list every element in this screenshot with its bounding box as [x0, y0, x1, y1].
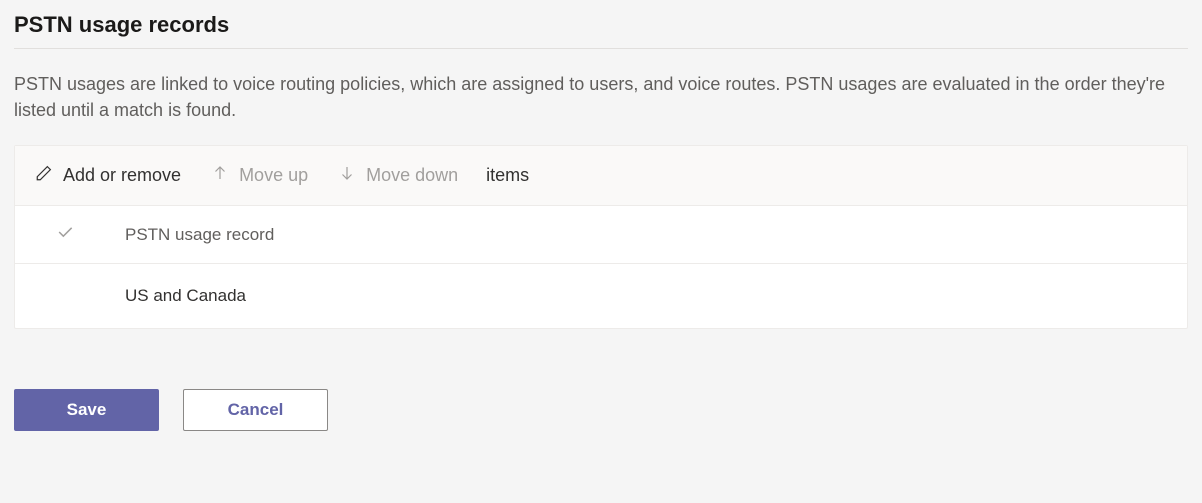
table-header-row: PSTN usage record [15, 206, 1187, 264]
checkmark-icon [55, 222, 75, 247]
column-header-name: PSTN usage record [125, 225, 1169, 245]
move-up-button[interactable]: Move up [209, 160, 310, 191]
arrow-down-icon [338, 164, 356, 187]
row-name: US and Canada [125, 286, 1169, 306]
move-up-label: Move up [239, 165, 308, 186]
save-button[interactable]: Save [14, 389, 159, 431]
page-title: PSTN usage records [14, 12, 1188, 49]
page-description: PSTN usages are linked to voice routing … [14, 71, 1188, 123]
move-down-button[interactable]: Move down [336, 160, 460, 191]
table-row[interactable]: US and Canada [15, 264, 1187, 328]
cancel-button[interactable]: Cancel [183, 389, 328, 431]
footer-actions: Save Cancel [14, 389, 1188, 431]
move-down-label: Move down [366, 165, 458, 186]
select-all-checkbox[interactable] [55, 222, 125, 247]
arrow-up-icon [211, 164, 229, 187]
records-panel: Add or remove Move up Move down items [14, 145, 1188, 329]
add-remove-label: Add or remove [63, 165, 181, 186]
items-label: items [486, 165, 529, 186]
edit-icon [35, 164, 53, 187]
add-remove-button[interactable]: Add or remove [33, 160, 183, 191]
toolbar: Add or remove Move up Move down items [15, 146, 1187, 206]
